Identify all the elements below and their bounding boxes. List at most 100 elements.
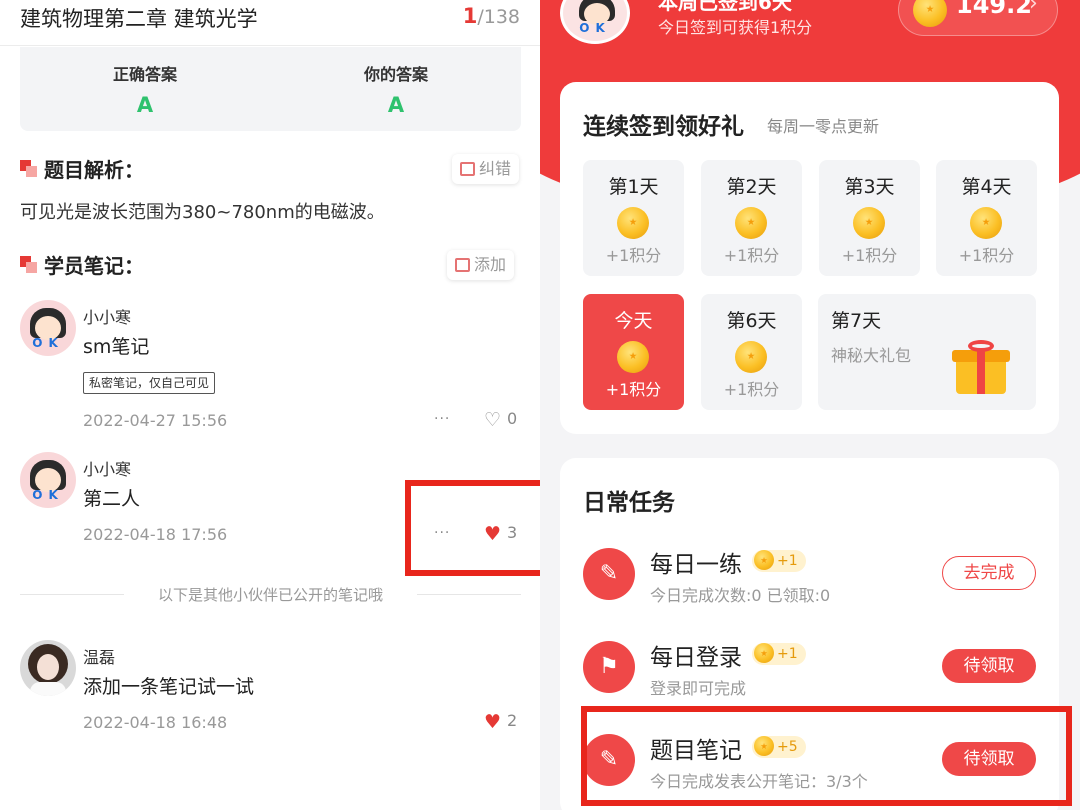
avatar[interactable]: OK — [20, 300, 76, 356]
coin-icon — [853, 207, 885, 239]
day-label: 第3天 — [844, 176, 895, 198]
question-header: 建筑物理第二章 建筑光学 1/138 — [0, 0, 540, 46]
checkin-day: 第2天 +1积分 — [701, 160, 802, 276]
note-content: 第二人 — [83, 488, 141, 510]
day-points: +1积分 — [841, 246, 898, 265]
coin-icon — [913, 0, 947, 27]
day-label: 第1天 — [608, 176, 659, 198]
coin-icon — [617, 207, 649, 239]
report-error-button[interactable]: 纠错 — [452, 154, 520, 184]
checkin-day: 第1天 +1积分 — [583, 160, 684, 276]
claim-reward-button[interactable]: 待领取 — [942, 649, 1036, 683]
daily-tasks-title: 日常任务 — [583, 490, 675, 516]
checkin-day-today[interactable]: 今天 +1积分 — [583, 294, 684, 410]
section-marker-icon — [20, 160, 38, 178]
avatar[interactable] — [20, 640, 76, 696]
coin-icon — [735, 207, 767, 239]
question-detail-panel: 建筑物理第二章 建筑光学 1/138 正确答案 A 你的答案 A 题目解析： 纠… — [0, 0, 540, 810]
checkin-day: 第3天 +1积分 — [819, 160, 920, 276]
task-bonus-value: +1 — [777, 646, 798, 662]
day-label: 第2天 — [726, 176, 777, 198]
note-content: sm笔记 — [83, 336, 150, 358]
task-description: 登录即可完成 — [650, 679, 747, 698]
coin-icon — [754, 643, 774, 663]
analysis-text: 可见光是波长范围为380~780nm的电磁波。 — [20, 202, 385, 223]
checkin-tasks-panel: OK 本周已签到6天 今日签到可获得1积分 149.2 › 连续签到领好礼 每周… — [540, 0, 1080, 810]
like-button[interactable]: ♥ 2 — [484, 711, 517, 733]
section-marker-icon — [20, 256, 38, 274]
flag-icon: ⚑ — [583, 641, 635, 693]
current-question-number: 1 — [462, 4, 478, 28]
coin-icon — [754, 550, 774, 570]
points-balance-button[interactable]: 149.2 › — [898, 0, 1058, 36]
note-icon — [455, 258, 470, 272]
note-time: 2022-04-18 16:48 — [83, 713, 228, 732]
note-author: 小小寒 — [83, 308, 132, 327]
task-description: 今日完成次数:0 已领取:0 — [650, 586, 831, 605]
answer-comparison: 正确答案 A 你的答案 A — [20, 47, 521, 131]
note-item: OK 小小寒 sm笔记 私密笔记，仅自己可见 2022-04-27 15:56 … — [0, 296, 540, 436]
gift-description: 神秘大礼包 — [831, 346, 912, 365]
avatar[interactable]: OK — [20, 452, 76, 508]
like-button[interactable]: ♡ 0 — [484, 409, 517, 431]
heart-filled-icon: ♥ — [484, 711, 502, 733]
gift-box-icon — [948, 340, 1014, 396]
public-notes-divider: 以下是其他小伙伴已公开的笔记哦 — [20, 584, 521, 604]
coin-icon — [970, 207, 1002, 239]
question-counter: 1/138 — [463, 4, 520, 28]
add-note-label: 添加 — [474, 255, 507, 274]
checkin-card-subtitle: 每周一零点更新 — [767, 117, 880, 136]
note-time: 2022-04-27 15:56 — [83, 411, 228, 430]
your-answer-value: A — [387, 93, 405, 117]
public-note-item: 温磊 添加一条笔记试一试 2022-04-18 16:48 ♥ 2 — [0, 636, 540, 736]
note-author: 温磊 — [83, 648, 116, 667]
day-label: 第4天 — [961, 176, 1012, 198]
checkin-day: 第4天 +1积分 — [936, 160, 1037, 276]
day-label: 第7天 — [831, 310, 882, 332]
task-bonus-value: +1 — [777, 553, 798, 569]
go-complete-button[interactable]: 去完成 — [942, 556, 1036, 590]
chapter-title: 建筑物理第二章 建筑光学 — [20, 7, 258, 31]
task-name: 每日登录 — [650, 645, 742, 671]
your-answer-label: 你的答案 — [363, 65, 428, 84]
day-label: 第6天 — [726, 310, 777, 332]
like-count: 0 — [507, 409, 518, 428]
day-label: 今天 — [614, 310, 653, 332]
report-error-label: 纠错 — [479, 159, 512, 178]
correct-answer: 正确答案 A — [45, 61, 245, 117]
notes-heading-label: 学员笔记： — [44, 254, 144, 278]
task-bonus-badge: +1 — [752, 550, 806, 572]
today-checkin-hint: 今日签到可获得1积分 — [658, 18, 813, 37]
task-name: 每日一练 — [650, 552, 742, 578]
note-author: 小小寒 — [83, 460, 132, 479]
edit-icon — [460, 162, 475, 176]
day-points: +1积分 — [605, 246, 662, 265]
chevron-right-icon: › — [1029, 0, 1038, 16]
task-bonus-badge: +1 — [752, 643, 806, 665]
checkin-card-title: 连续签到领好礼 — [583, 114, 744, 140]
coin-icon — [617, 341, 649, 373]
checkin-day-gift: 第7天 神秘大礼包 — [818, 294, 1036, 410]
highlight-box — [581, 706, 1072, 806]
day-points: +1积分 — [605, 380, 662, 399]
highlight-box — [405, 480, 540, 576]
coin-icon — [735, 341, 767, 373]
task-item: ✎ 每日一练 +1 今日完成次数:0 已领取:0 去完成 — [560, 540, 1059, 620]
more-options-button[interactable]: ··· — [434, 411, 450, 427]
heart-outline-icon: ♡ — [484, 409, 502, 431]
your-answer: 你的答案 A — [296, 61, 496, 117]
screenshot-root: 建筑物理第二章 建筑光学 1/138 正确答案 A 你的答案 A 题目解析： 纠… — [0, 0, 1080, 810]
note-content: 添加一条笔记试一试 — [83, 676, 255, 698]
day-points: +1积分 — [958, 246, 1015, 265]
week-checkin-status: 本周已签到6天 — [658, 0, 792, 14]
pencil-icon: ✎ — [583, 548, 635, 600]
correct-answer-label: 正确答案 — [112, 65, 177, 84]
total-questions: /138 — [477, 6, 520, 28]
private-note-badge: 私密笔记，仅自己可见 — [83, 372, 216, 394]
analysis-heading-label: 题目解析： — [44, 158, 144, 182]
checkin-day: 第6天 +1积分 — [701, 294, 802, 410]
points-value: 149.2 — [956, 0, 1032, 19]
add-note-button[interactable]: 添加 — [447, 250, 515, 280]
day-points: +1积分 — [723, 380, 780, 399]
day-points: +1积分 — [723, 246, 780, 265]
